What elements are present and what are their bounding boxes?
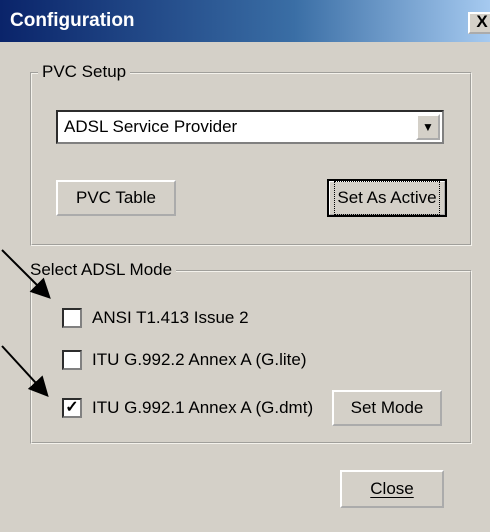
annotation-arrows (1, 249, 51, 397)
annotation-arrow-1 (1, 249, 51, 299)
annotation-arrow-2 (1, 345, 49, 397)
configuration-dialog: Configuration X PVC Setup ADSL Service P… (0, 0, 490, 532)
